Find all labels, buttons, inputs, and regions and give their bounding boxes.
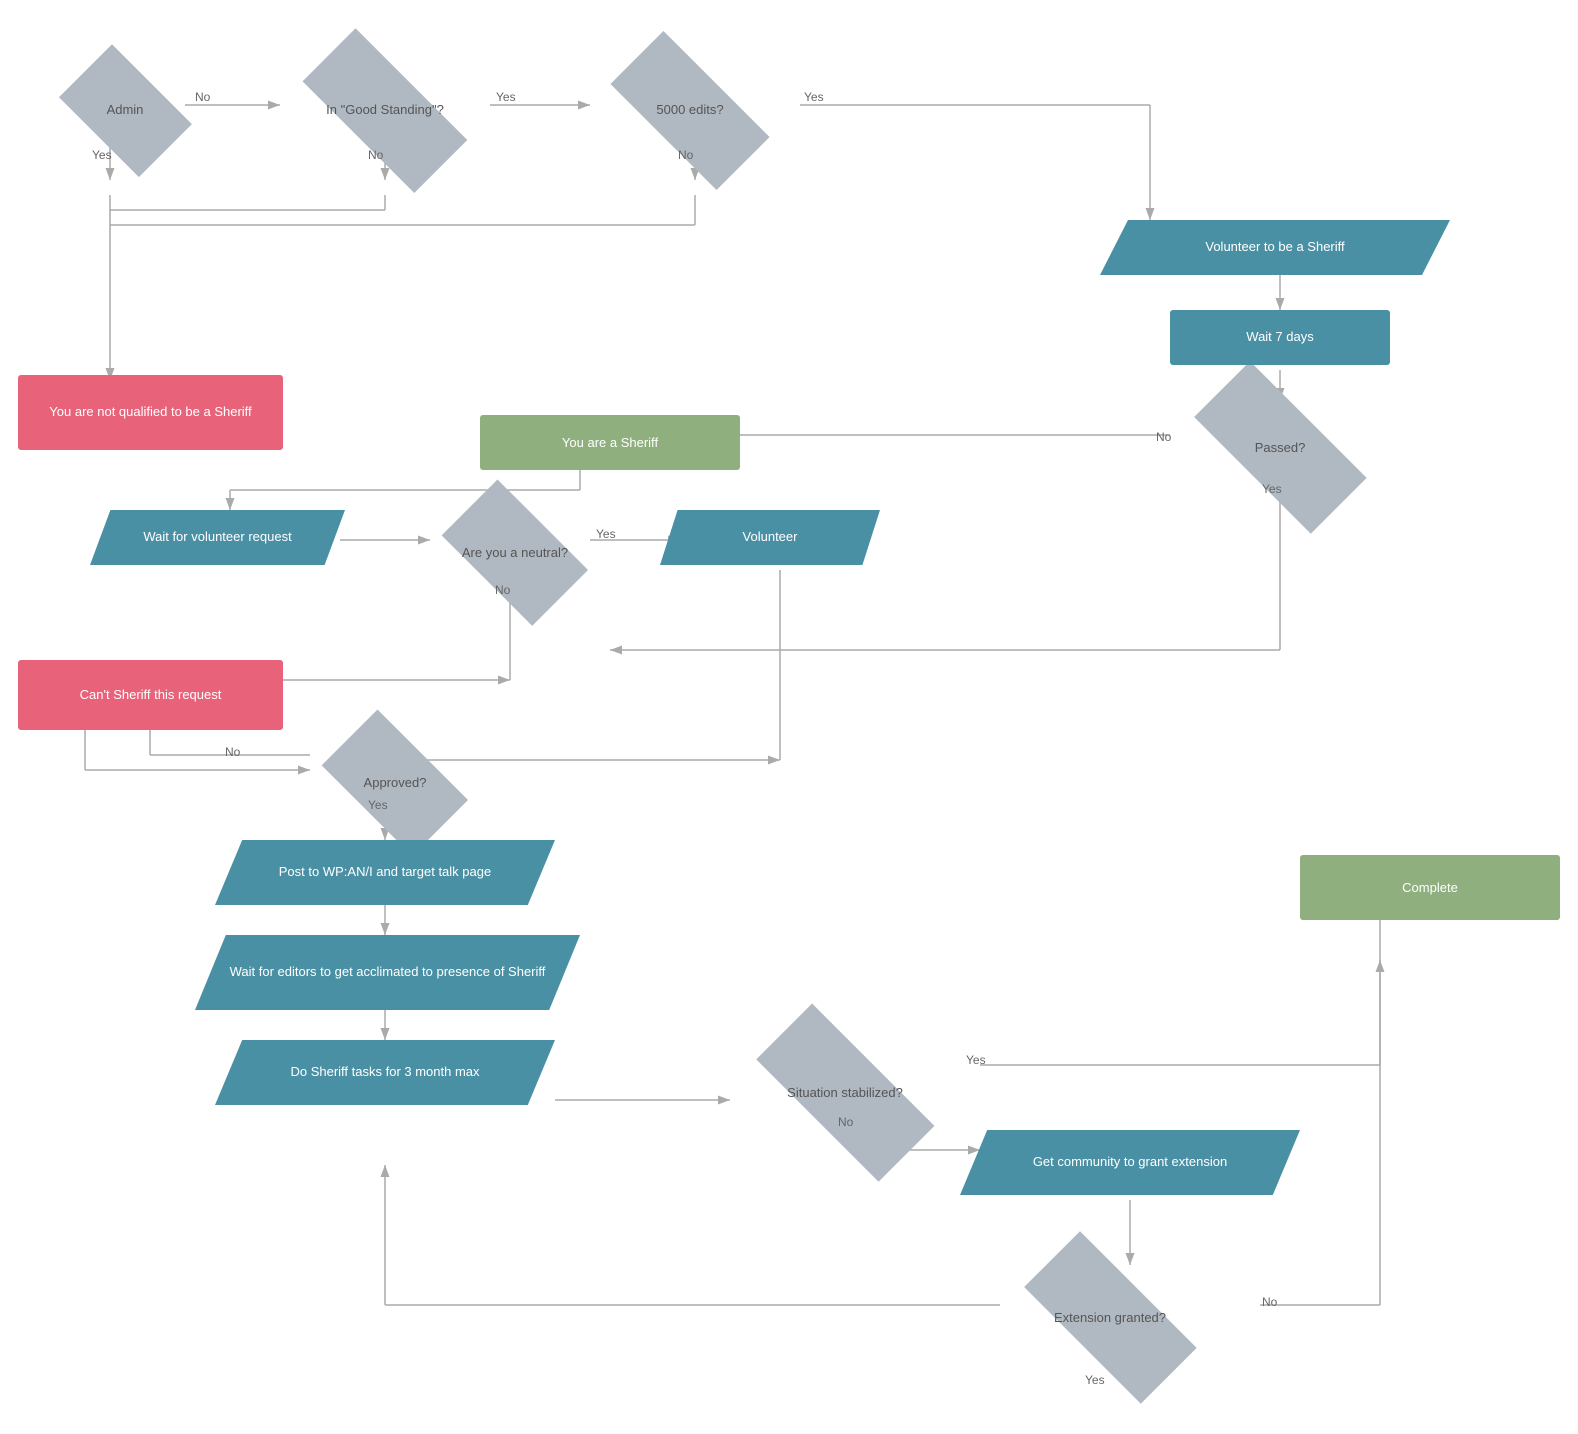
admin-diamond: Admin <box>50 60 200 160</box>
volunteer-node: Volunteer <box>660 510 880 565</box>
five-thousand-no-label: No <box>678 148 693 162</box>
extension-granted-diamond: Extension granted? <box>1000 1265 1220 1370</box>
you-are-sheriff-node: You are a Sheriff <box>480 415 740 470</box>
approved-diamond: Approved? <box>310 730 480 835</box>
cant-sheriff-node: Can't Sheriff this request <box>18 660 283 730</box>
not-qualified-node: You are not qualified to be a Sheriff <box>18 375 283 450</box>
passed-no-label: No <box>1156 430 1171 444</box>
wait-7-days-node: Wait 7 days <box>1170 310 1390 365</box>
situation-no-label: No <box>838 1115 853 1129</box>
admin-no-label: No <box>195 90 210 104</box>
situation-yes-label: Yes <box>966 1053 986 1067</box>
get-community-node: Get community to grant extension <box>960 1130 1300 1195</box>
flowchart-container: Admin In "Good Standing"? 5000 edits? Pa… <box>0 0 1578 1434</box>
volunteer-sheriff-node: Volunteer to be a Sheriff <box>1100 220 1450 275</box>
wait-volunteer-node: Wait for volunteer request <box>90 510 345 565</box>
approved-no-label: No <box>225 745 240 759</box>
neutral-yes-label: Yes <box>596 527 616 541</box>
post-wp-node: Post to WP:AN/I and target talk page <box>215 840 555 905</box>
good-standing-diamond: In "Good Standing"? <box>280 60 490 160</box>
complete-node: Complete <box>1300 855 1560 920</box>
admin-yes-label: Yes <box>92 148 112 162</box>
five-thousand-yes-label: Yes <box>804 90 824 104</box>
approved-yes-label: Yes <box>368 798 388 812</box>
five-thousand-diamond: 5000 edits? <box>590 60 790 160</box>
neutral-no-label: No <box>495 583 510 597</box>
passed-yes-label: Yes <box>1262 482 1282 496</box>
are-you-neutral-diamond: Are you a neutral? <box>430 500 600 605</box>
wait-editors-node: Wait for editors to get acclimated to pr… <box>195 935 580 1010</box>
situation-stabilized-diamond: Situation stabilized? <box>730 1040 960 1145</box>
extension-yes-label: Yes <box>1085 1373 1105 1387</box>
extension-no-label: No <box>1262 1295 1277 1309</box>
do-sheriff-node: Do Sheriff tasks for 3 month max <box>215 1040 555 1105</box>
good-standing-no-label: No <box>368 148 383 162</box>
good-standing-yes-label: Yes <box>496 90 516 104</box>
